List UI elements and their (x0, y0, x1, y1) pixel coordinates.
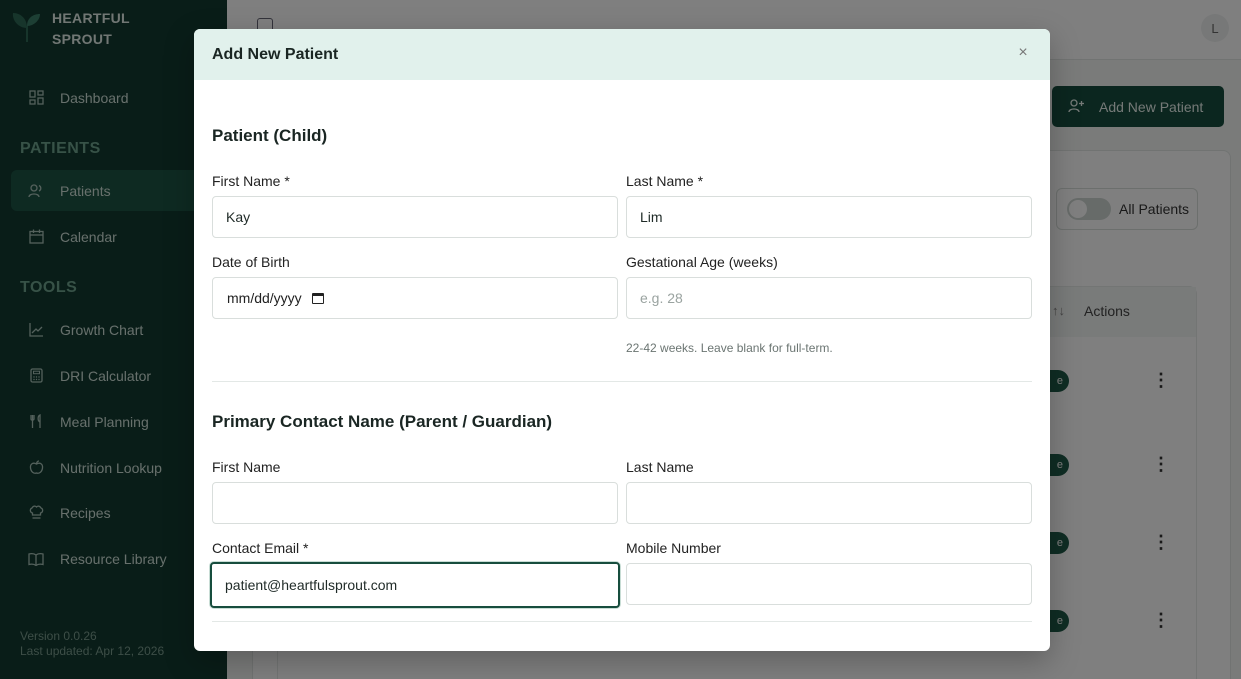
gestational-age-helper: 22-42 weeks. Leave blank for full-term. (626, 341, 833, 355)
contact-email-label: Contact Email * (212, 540, 309, 556)
add-patient-modal: Add New Patient × Patient (Child) First … (194, 29, 1050, 651)
dob-label: Date of Birth (212, 254, 290, 270)
dob-placeholder: mm/dd/yyyy (227, 290, 302, 306)
calendar-picker-icon[interactable] (311, 292, 324, 304)
child-first-name-input[interactable] (212, 196, 618, 238)
child-first-name-label: First Name * (212, 173, 290, 189)
contact-first-name-input[interactable] (212, 482, 618, 524)
modal-title: Add New Patient (212, 45, 339, 63)
mobile-number-input[interactable] (626, 563, 1032, 605)
contact-first-name-label: First Name (212, 459, 281, 475)
contact-last-name-input[interactable] (626, 482, 1032, 524)
contact-email-input[interactable] (210, 562, 620, 608)
section-title-child: Patient (Child) (212, 126, 328, 145)
child-last-name-input[interactable] (626, 196, 1032, 238)
child-last-name-label: Last Name * (626, 173, 704, 189)
mobile-number-label: Mobile Number (626, 540, 721, 556)
modal-header: Add New Patient × (194, 29, 1050, 80)
dob-input[interactable]: mm/dd/yyyy (212, 277, 618, 319)
gestational-age-input[interactable] (626, 277, 1032, 319)
section-divider (212, 381, 1032, 382)
section-divider (212, 621, 1032, 622)
gestational-age-label: Gestational Age (weeks) (626, 254, 778, 270)
contact-last-name-label: Last Name (626, 459, 694, 475)
close-icon[interactable]: × (1014, 44, 1032, 62)
section-title-contact: Primary Contact Name (Parent / Guardian) (212, 412, 553, 431)
